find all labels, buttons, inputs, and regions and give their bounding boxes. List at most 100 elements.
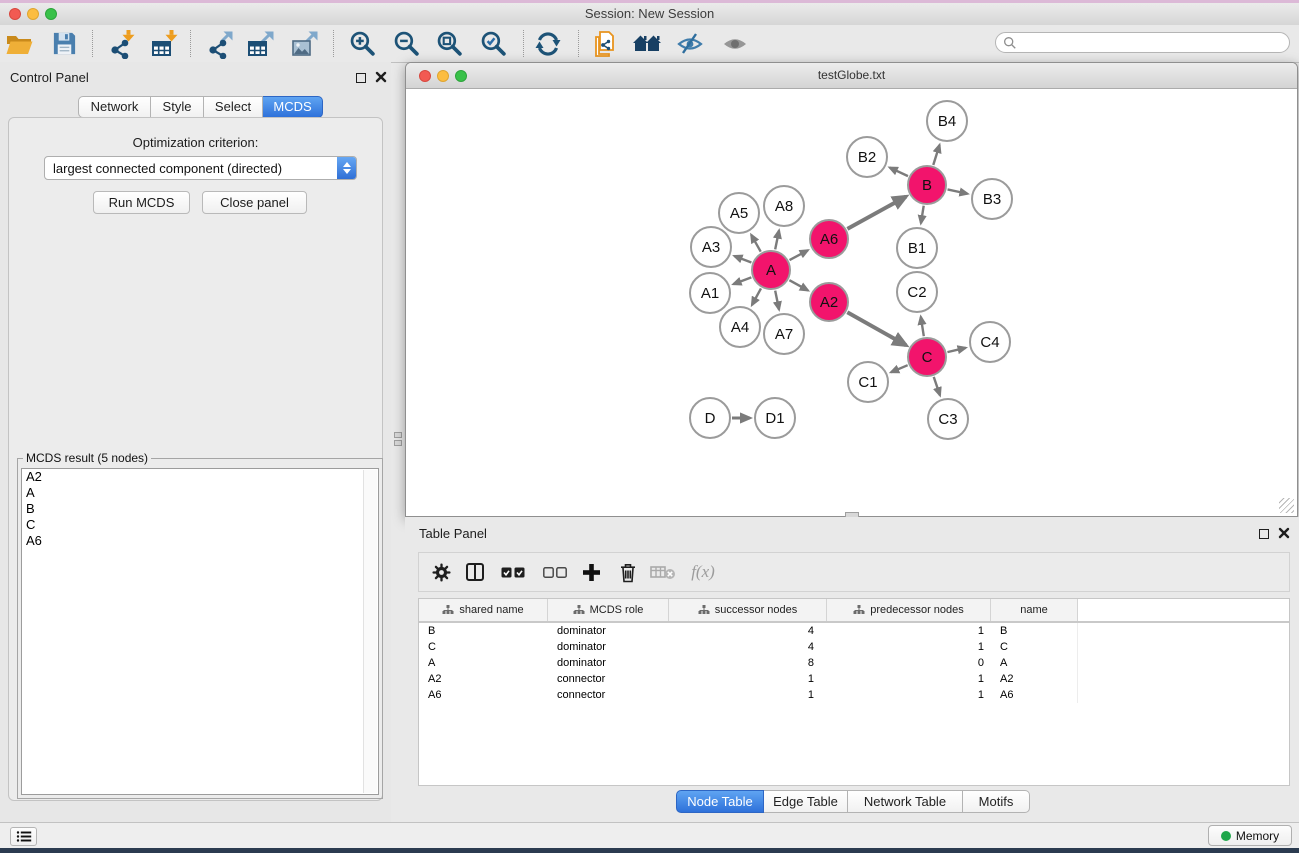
create-column-button[interactable]: [575, 557, 607, 587]
select-all-columns-button[interactable]: [497, 557, 529, 587]
cell-shared-name[interactable]: C: [419, 639, 548, 655]
close-button[interactable]: [9, 8, 21, 20]
table-row[interactable]: A2 connector 1 1 A2: [419, 671, 1289, 687]
cell-shared-name[interactable]: A: [419, 655, 548, 671]
task-history-button[interactable]: [10, 827, 37, 846]
table-row[interactable]: A6 connector 1 1 A6: [419, 687, 1289, 703]
close-panel-action-button[interactable]: Close panel: [202, 191, 307, 214]
graph-edge-C-C4[interactable]: [947, 348, 965, 352]
cell-mcds-role[interactable]: dominator: [548, 655, 669, 671]
cell-name[interactable]: C: [991, 639, 1078, 655]
tab-network[interactable]: Network: [78, 96, 151, 118]
list-item[interactable]: A2: [22, 469, 378, 485]
resize-grip[interactable]: [1279, 498, 1294, 513]
cell-mcds-role[interactable]: dominator: [548, 623, 669, 639]
minimize-button[interactable]: [27, 8, 39, 20]
open-session-button[interactable]: [1, 27, 37, 60]
list-item[interactable]: A: [22, 485, 378, 501]
show-graphics-button[interactable]: [717, 27, 753, 60]
close-button[interactable]: [419, 70, 431, 82]
graph-edge-A-A6[interactable]: [790, 250, 808, 260]
import-table-button[interactable]: [147, 27, 183, 60]
table-row[interactable]: C dominator 4 1 C: [419, 639, 1289, 655]
refresh-view-button[interactable]: [530, 27, 566, 60]
graph-edge-A-A3[interactable]: [734, 256, 751, 263]
zoom-window-button[interactable]: [455, 70, 467, 82]
cell-successor-nodes[interactable]: 1: [669, 687, 827, 703]
cell-shared-name[interactable]: A2: [419, 671, 548, 687]
graph-edge-A-A8[interactable]: [775, 230, 779, 249]
cell-mcds-role[interactable]: connector: [548, 687, 669, 703]
cell-successor-nodes[interactable]: 1: [669, 671, 827, 687]
tab-motifs[interactable]: Motifs: [963, 790, 1030, 813]
run-mcds-button[interactable]: Run MCDS: [93, 191, 190, 214]
cell-successor-nodes[interactable]: 8: [669, 655, 827, 671]
cell-mcds-role[interactable]: dominator: [548, 639, 669, 655]
graph-edge-A-A1[interactable]: [733, 277, 751, 284]
function-builder-button[interactable]: f(x): [683, 557, 723, 587]
cell-predecessor-nodes[interactable]: 1: [827, 623, 991, 639]
list-item[interactable]: C: [22, 517, 378, 533]
clone-network-button[interactable]: [587, 27, 623, 60]
search-input[interactable]: [1021, 34, 1281, 51]
float-panel-button[interactable]: [354, 71, 368, 85]
close-panel-button[interactable]: [1277, 527, 1291, 541]
graph-edge-A2-C[interactable]: [847, 312, 906, 345]
minimize-button[interactable]: [437, 70, 449, 82]
column-header-successor-nodes[interactable]: successor nodes: [669, 599, 827, 621]
list-item[interactable]: A6: [22, 533, 378, 549]
cell-name[interactable]: A: [991, 655, 1078, 671]
graph-edge-C-C3[interactable]: [934, 377, 940, 395]
tab-node-table[interactable]: Node Table: [676, 790, 764, 813]
cell-name[interactable]: B: [991, 623, 1078, 639]
close-panel-button[interactable]: [374, 71, 388, 85]
export-image-button[interactable]: [287, 27, 323, 60]
graph-edge-B-B2[interactable]: [890, 168, 908, 177]
zoom-in-button[interactable]: [344, 27, 380, 60]
graph-edge-A6-B[interactable]: [847, 197, 906, 229]
table-settings-button[interactable]: [425, 557, 457, 587]
graph-edge-A-A7[interactable]: [775, 291, 779, 310]
graph-edge-A-A5[interactable]: [751, 235, 760, 252]
import-network-button[interactable]: [104, 27, 140, 60]
network-graph[interactable]: B4B2BB3A8A5A6A3B1AA1C2A2A4A7C4CC1C3DD1: [406, 89, 1297, 516]
zoom-selected-button[interactable]: [475, 27, 511, 60]
cell-successor-nodes[interactable]: 4: [669, 639, 827, 655]
delete-table-button[interactable]: [647, 557, 679, 587]
cell-name[interactable]: A6: [991, 687, 1078, 703]
home-button[interactable]: [629, 27, 665, 60]
column-header-predecessor-nodes[interactable]: predecessor nodes: [827, 599, 991, 621]
tab-network-table[interactable]: Network Table: [848, 790, 963, 813]
graph-edge-A-A4[interactable]: [752, 288, 761, 305]
column-header-shared-name[interactable]: shared name: [419, 599, 548, 621]
cell-name[interactable]: A2: [991, 671, 1078, 687]
delete-column-button[interactable]: [612, 557, 644, 587]
cell-predecessor-nodes[interactable]: 0: [827, 655, 991, 671]
show-column-panel-button[interactable]: [459, 557, 491, 587]
cell-predecessor-nodes[interactable]: 1: [827, 671, 991, 687]
split-pane-handle[interactable]: [394, 430, 402, 446]
save-session-button[interactable]: [46, 27, 82, 60]
export-network-button[interactable]: [202, 27, 238, 60]
zoom-window-button[interactable]: [45, 8, 57, 20]
graph-edge-A-A2[interactable]: [789, 280, 808, 290]
deselect-all-columns-button[interactable]: [539, 557, 571, 587]
table-row[interactable]: A dominator 8 0 A: [419, 655, 1289, 671]
hide-graphics-button[interactable]: [672, 27, 708, 60]
cell-predecessor-nodes[interactable]: 1: [827, 687, 991, 703]
zoom-fit-button[interactable]: [431, 27, 467, 60]
tab-edge-table[interactable]: Edge Table: [764, 790, 848, 813]
column-header-mcds-role[interactable]: MCDS role: [548, 599, 669, 621]
cell-successor-nodes[interactable]: 4: [669, 623, 827, 639]
tab-select[interactable]: Select: [204, 96, 263, 118]
memory-button[interactable]: Memory: [1208, 825, 1292, 846]
graph-edge-B-B3[interactable]: [948, 189, 968, 193]
tab-mcds[interactable]: MCDS: [263, 96, 323, 118]
network-view[interactable]: B4B2BB3A8A5A6A3B1AA1C2A2A4A7C4CC1C3DD1: [406, 89, 1297, 516]
cell-predecessor-nodes[interactable]: 1: [827, 639, 991, 655]
float-panel-button[interactable]: [1257, 527, 1271, 541]
table-row[interactable]: B dominator 4 1 B: [419, 623, 1289, 639]
cell-mcds-role[interactable]: connector: [548, 671, 669, 687]
tab-style[interactable]: Style: [151, 96, 204, 118]
graph-edge-B-B1[interactable]: [921, 206, 924, 224]
